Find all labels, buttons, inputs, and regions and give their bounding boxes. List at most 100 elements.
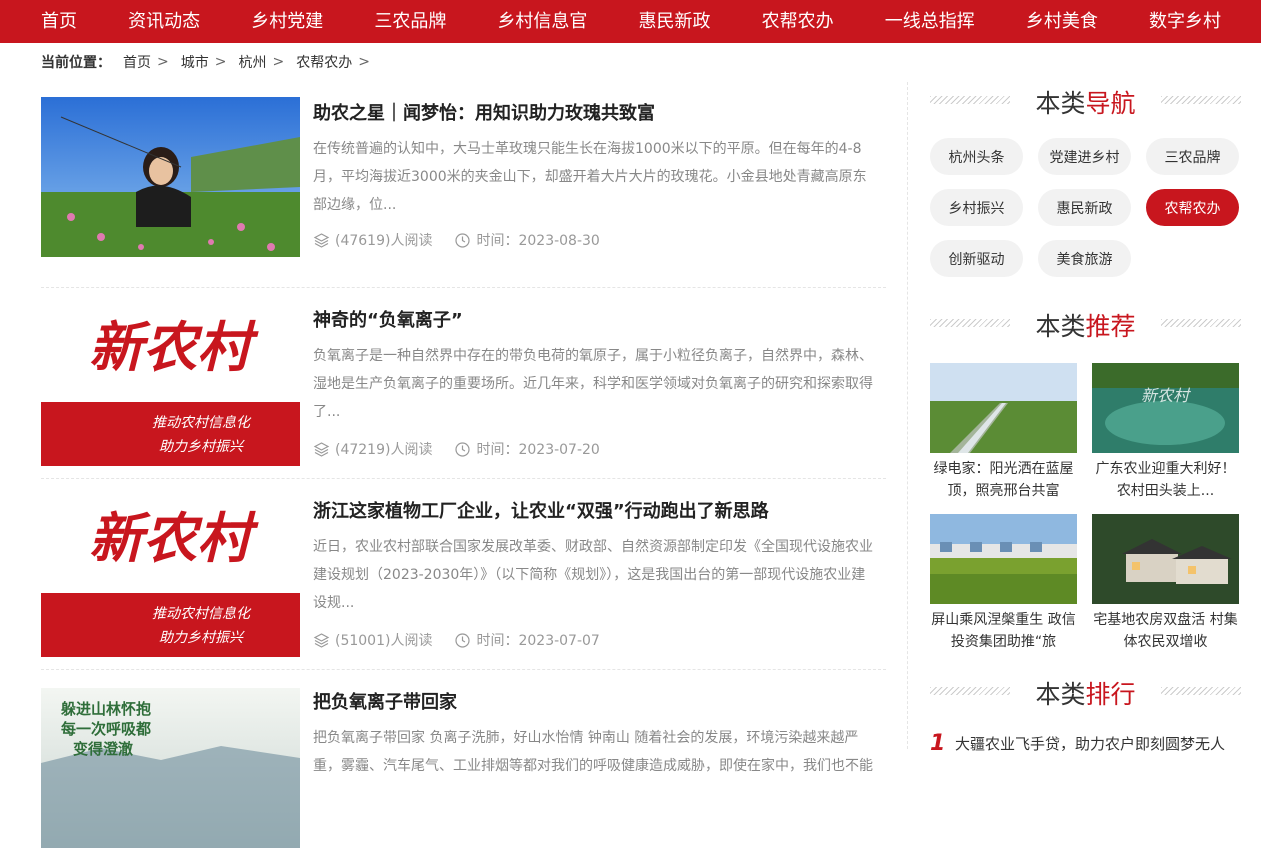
nav-item-brand[interactable]: 三农品牌 — [374, 0, 446, 43]
nav-item-help[interactable]: 农帮农办 — [762, 0, 834, 43]
sidebar-rank-heading: 本类排行 — [930, 673, 1241, 713]
article-title[interactable]: 把负氧离子带回家 — [313, 688, 457, 714]
sidebar-recommend-heading: 本类推荐 — [930, 305, 1241, 345]
article-thumbnail[interactable]: 躲进山林怀抱 每一次呼吸都 变得澄澈 — [41, 688, 300, 848]
recommend-item[interactable]: 新农村 广东农业迎重大利好！农村田头装上... — [1092, 363, 1239, 502]
recommend-caption[interactable]: 宅基地农房双盘活 村集体农民双增收 — [1092, 609, 1239, 653]
logo-name: 新农村 — [89, 315, 259, 379]
top-nav: 首页 资讯动态 乡村党建 三农品牌 乡村信息官 惠民新政 农帮农办 一线总指挥 … — [0, 0, 1261, 43]
recommend-item[interactable]: 宅基地农房双盘活 村集体农民双增收 — [1092, 514, 1239, 653]
rank-title[interactable]: 大疆农业飞手贷，助力农户即刻圆梦无人 — [955, 733, 1225, 754]
nav-item-food[interactable]: 乡村美食 — [1026, 0, 1098, 43]
article-views: (47219)人阅读 — [313, 439, 432, 459]
recommend-image[interactable] — [930, 514, 1077, 604]
article-thumbnail[interactable]: 新农村 推动农村信息化 助力乡村振兴 — [41, 306, 300, 466]
article-summary: 负氧离子是一种自然界中存在的带负电荷的氧原子，属于小粒径负离子，自然界中，森林、… — [313, 348, 873, 420]
tag-innovation[interactable]: 创新驱动 — [930, 240, 1023, 277]
tag-agri-brand[interactable]: 三农品牌 — [1146, 138, 1239, 175]
rank-number: 1 — [930, 731, 946, 756]
views-count: (47219)人阅读 — [335, 442, 433, 458]
article-views: (51001)人阅读 — [313, 630, 432, 650]
nav-item-news[interactable]: 资讯动态 — [128, 0, 200, 43]
article-item[interactable]: 新农村 推动农村信息化 助力乡村振兴 神奇的“负氧离子” 负氧离子是一种自然界中… — [41, 288, 886, 479]
nav-item-home[interactable]: 首页 — [41, 0, 77, 43]
nav-item-party[interactable]: 乡村党建 — [251, 0, 323, 43]
views-count: (47619)人阅读 — [335, 233, 433, 249]
breadcrumb-separator: > — [358, 54, 370, 70]
article-meta: (47619)人阅读 时间：2023-08-30 — [313, 230, 600, 250]
nav-item-info-officer[interactable]: 乡村信息官 — [497, 0, 587, 43]
article-thumbnail[interactable] — [41, 97, 300, 257]
recommend-image[interactable] — [930, 363, 1077, 453]
clock-icon — [455, 632, 471, 648]
category-tags: 杭州头条 党建进乡村 三农品牌 乡村振兴 惠民新政 农帮农办 创新驱动 美食旅游 — [930, 138, 1241, 277]
tag-help-active[interactable]: 农帮农办 — [1146, 189, 1239, 226]
breadcrumb: 当前位置： 首页 > 城市 > 杭州 > 农帮农办 > — [41, 52, 382, 72]
breadcrumb-separator: > — [157, 54, 169, 70]
recommend-caption[interactable]: 广东农业迎重大利好！农村田头装上... — [1092, 458, 1239, 502]
article-summary: 近日，农业农村部联合国家发展改革委、财政部、自然资源部制定印发《全国现代设施农业… — [313, 539, 873, 611]
forest-line3: 变得澄澈 — [73, 740, 133, 758]
forest-line2: 每一次呼吸都 — [61, 720, 151, 738]
article-meta: (51001)人阅读 时间：2023-07-07 — [313, 630, 600, 650]
article-time: 时间：2023-07-07 — [454, 630, 600, 650]
tag-hangzhou-headlines[interactable]: 杭州头条 — [930, 138, 1023, 175]
breadcrumb-separator: > — [272, 54, 285, 70]
recommend-caption[interactable]: 屏山乘风涅槃重生 政信投资集团助推“旅 — [930, 609, 1077, 653]
recommend-item[interactable]: 绿电家：阳光洒在蓝屋顶，照亮邢台共富 — [930, 363, 1077, 502]
breadcrumb-separator: > — [214, 54, 227, 70]
breadcrumb-city[interactable]: 城市 — [181, 52, 209, 72]
article-item[interactable]: 新农村 推动农村信息化 助力乡村振兴 浙江这家植物工厂企业，让农业“双强”行动跑… — [41, 479, 886, 670]
article-title[interactable]: 浙江这家植物工厂企业，让农业“双强”行动跑出了新思路 — [313, 497, 769, 523]
time-text: 时间：2023-07-20 — [476, 442, 600, 458]
sidebar: 本类导航 杭州头条 党建进乡村 三农品牌 乡村振兴 惠民新政 农帮农办 创新驱动… — [930, 82, 1241, 756]
breadcrumb-current[interactable]: 农帮农办 — [296, 52, 352, 72]
heading-stripe — [1161, 687, 1241, 695]
time-text: 时间：2023-08-30 — [476, 233, 600, 249]
article-list: 助农之星｜闻梦怡：用知识助力玫瑰共致富 在传统普遍的认知中，大马士革玫瑰只能生长… — [41, 97, 886, 861]
time-text: 时间：2023-07-07 — [476, 633, 600, 649]
heading-stripe — [930, 96, 1010, 104]
article-title[interactable]: 助农之星｜闻梦怡：用知识助力玫瑰共致富 — [313, 99, 655, 125]
article-item[interactable]: 躲进山林怀抱 每一次呼吸都 变得澄澈 把负氧离子带回家 把负氧离子带回家 负离子… — [41, 670, 886, 861]
heading-text: 本类导航 — [1035, 89, 1136, 118]
nav-item-commander[interactable]: 一线总指挥 — [885, 0, 975, 43]
tag-rural-revival[interactable]: 乡村振兴 — [930, 189, 1023, 226]
logo-line2: 助力乡村振兴 — [159, 439, 245, 455]
tag-food-travel[interactable]: 美食旅游 — [1038, 240, 1131, 277]
logo-line2: 助力乡村振兴 — [159, 630, 245, 646]
article-summary: 在传统普遍的认知中，大马士革玫瑰只能生长在海拔1000米以下的平原。但在每年的4… — [313, 141, 867, 213]
breadcrumb-label: 当前位置： — [41, 55, 111, 71]
layers-icon — [313, 632, 330, 648]
heading-text: 本类排行 — [1035, 680, 1136, 709]
article-thumbnail[interactable]: 新农村 推动农村信息化 助力乡村振兴 — [41, 497, 300, 657]
clock-icon — [455, 232, 471, 248]
logo-name: 新农村 — [1141, 386, 1191, 405]
heading-stripe — [1161, 319, 1241, 327]
recommend-item[interactable]: 屏山乘风涅槃重生 政信投资集团助推“旅 — [930, 514, 1077, 653]
nav-item-policy[interactable]: 惠民新政 — [639, 0, 711, 43]
views-count: (51001)人阅读 — [335, 633, 433, 649]
layers-icon — [313, 232, 330, 248]
article-summary: 把负氧离子带回家 负离子洗肺，好山水怡情 钟南山 随着社会的发展，环境污染越来越… — [313, 730, 873, 774]
rank-item[interactable]: 1 大疆农业飞手贷，助力农户即刻圆梦无人 — [930, 731, 1241, 756]
recommend-image[interactable] — [1092, 514, 1239, 604]
breadcrumb-home[interactable]: 首页 — [123, 52, 151, 72]
recommend-caption[interactable]: 绿电家：阳光洒在蓝屋顶，照亮邢台共富 — [930, 458, 1077, 502]
recommend-image[interactable]: 新农村 — [1092, 363, 1239, 453]
clock-icon — [455, 441, 471, 457]
tag-policy[interactable]: 惠民新政 — [1038, 189, 1131, 226]
logo-line1: 推动农村信息化 — [152, 415, 252, 431]
column-divider — [907, 82, 908, 749]
article-time: 时间：2023-07-20 — [454, 439, 600, 459]
article-item[interactable]: 助农之星｜闻梦怡：用知识助力玫瑰共致富 在传统普遍的认知中，大马士革玫瑰只能生长… — [41, 97, 886, 288]
heading-stripe — [1161, 96, 1241, 104]
logo-line1: 推动农村信息化 — [152, 606, 252, 622]
nav-item-digital[interactable]: 数字乡村 — [1149, 0, 1221, 43]
breadcrumb-hangzhou[interactable]: 杭州 — [238, 52, 266, 72]
tag-party-village[interactable]: 党建进乡村 — [1038, 138, 1131, 175]
article-time: 时间：2023-08-30 — [454, 230, 600, 250]
article-meta: (47219)人阅读 时间：2023-07-20 — [313, 439, 600, 459]
article-views: (47619)人阅读 — [313, 230, 432, 250]
article-title[interactable]: 神奇的“负氧离子” — [313, 306, 463, 332]
